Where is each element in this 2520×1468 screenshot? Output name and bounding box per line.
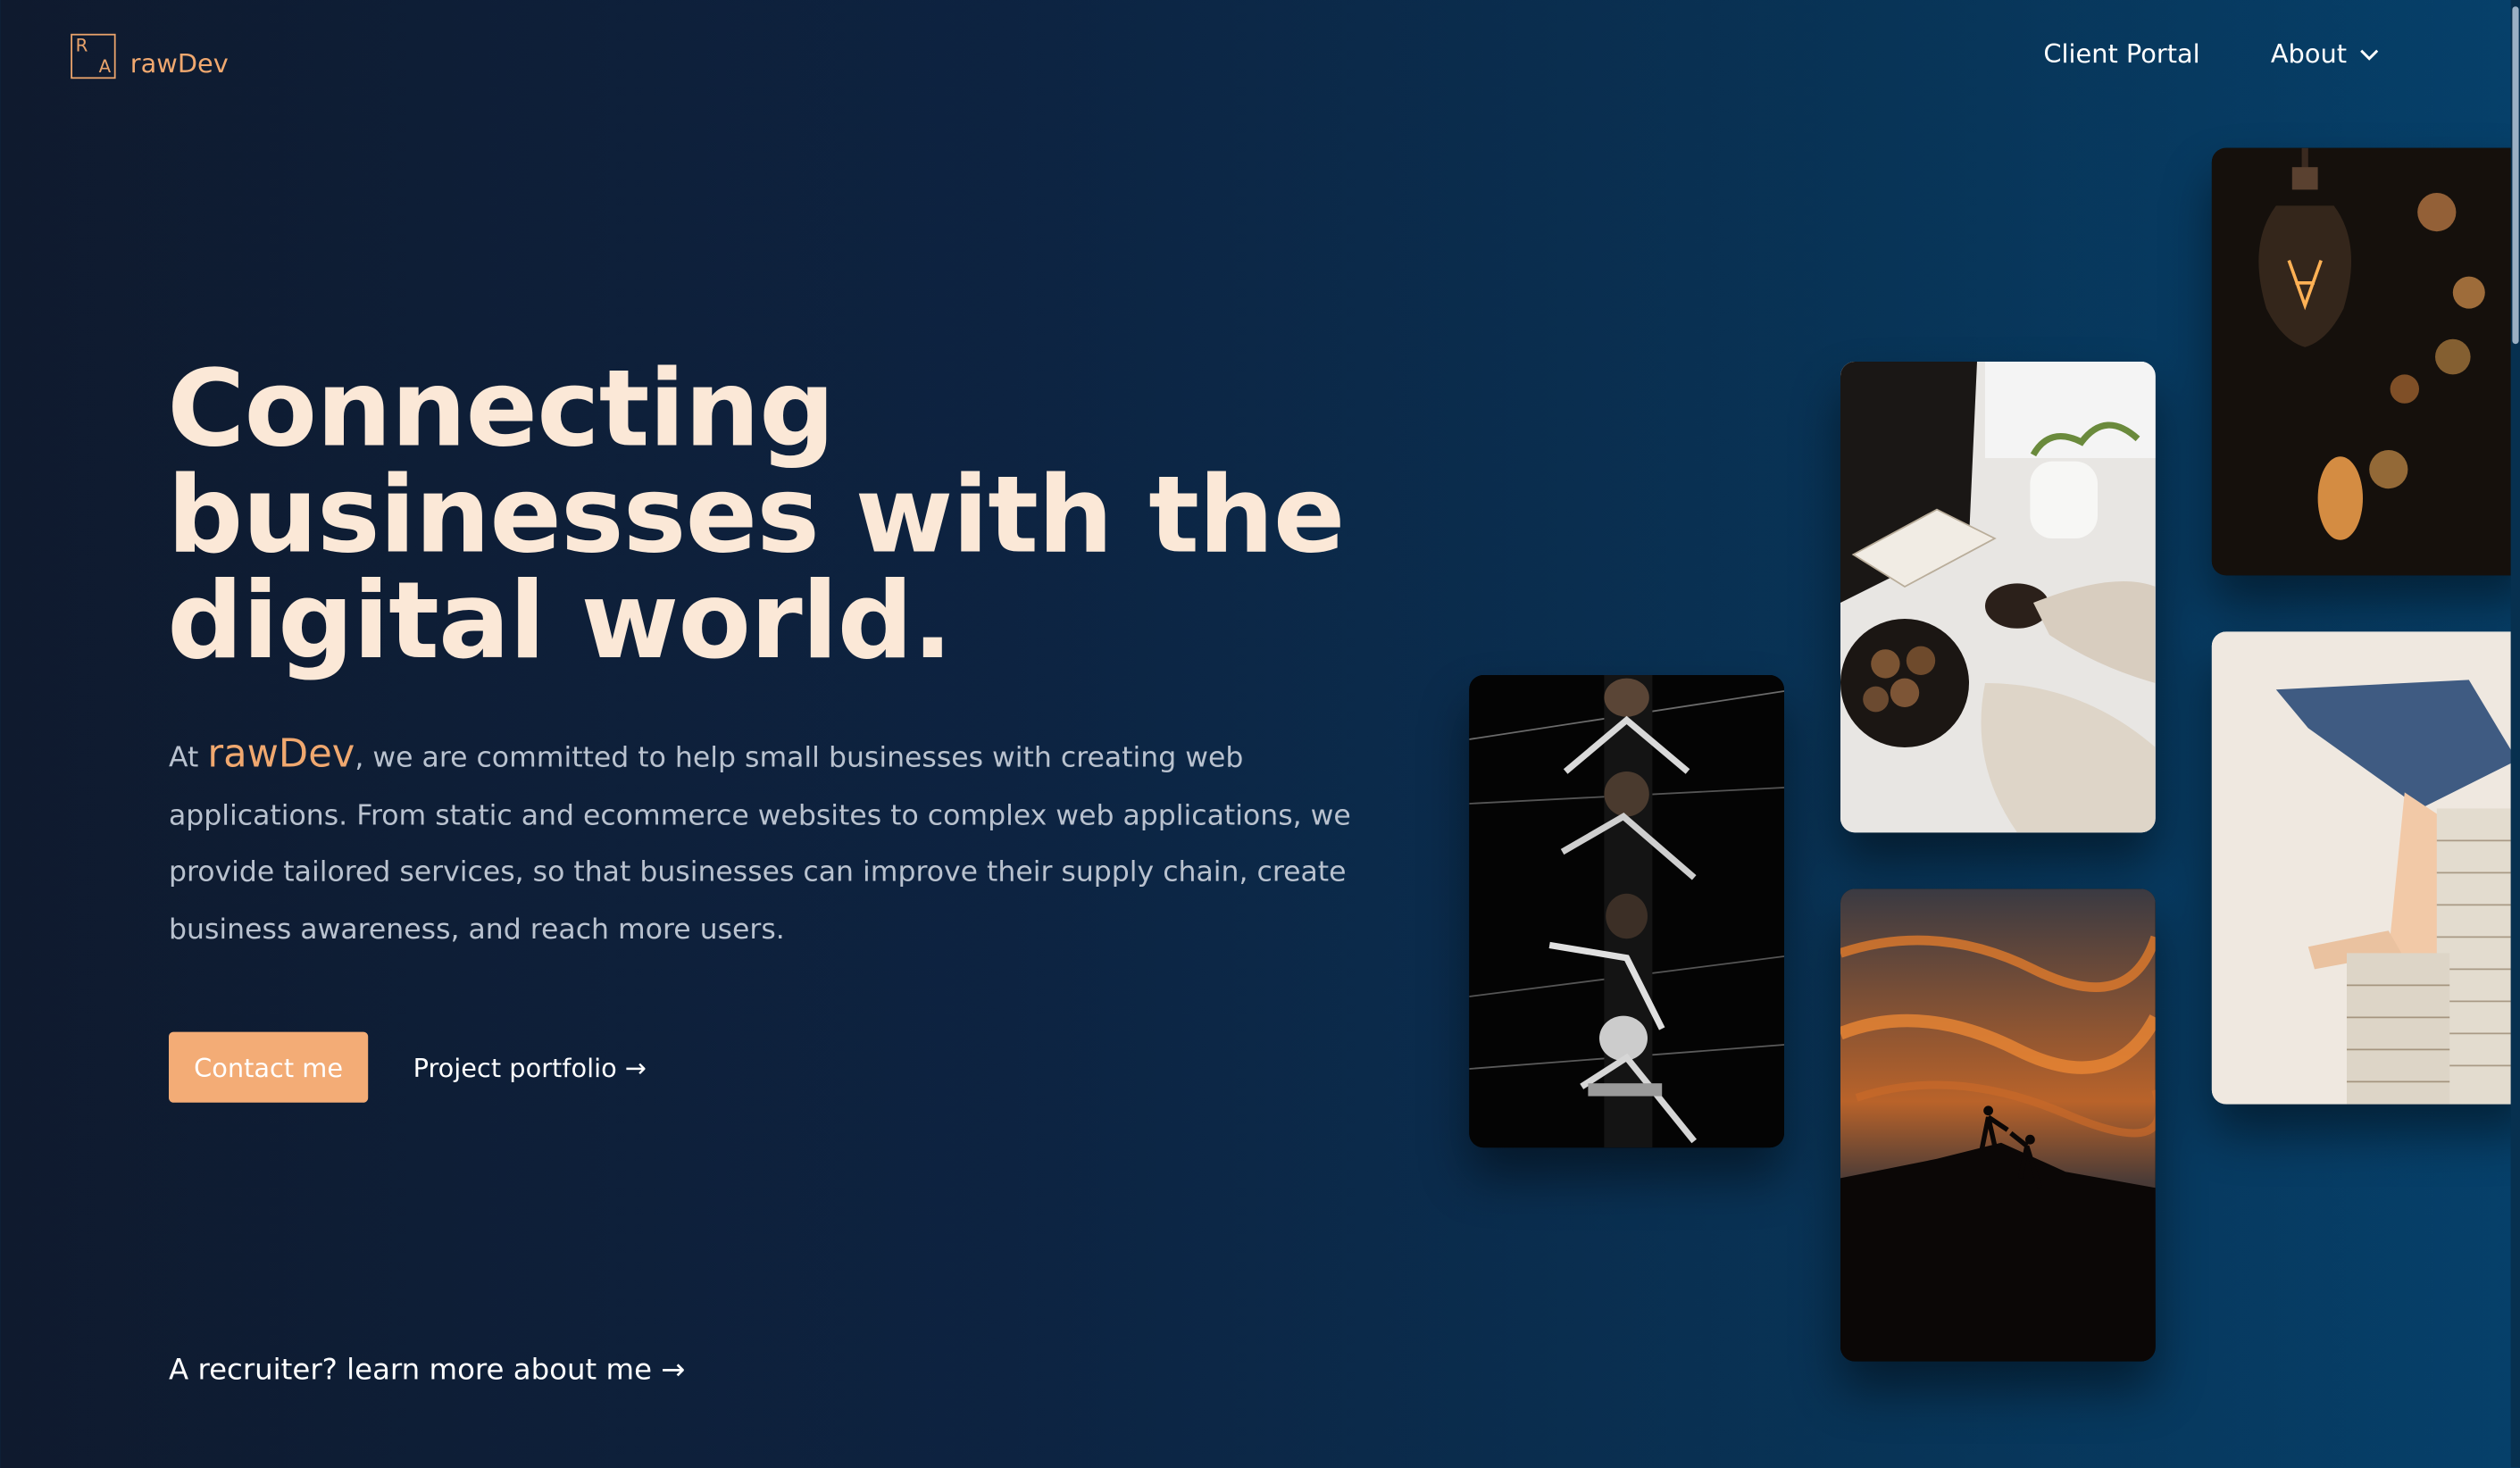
nav-client-portal[interactable]: Client Portal: [2043, 38, 2199, 69]
logo-mark: R A: [71, 32, 116, 79]
books-stack-photo: [2211, 631, 2520, 1105]
nav-about-label: About: [2270, 38, 2347, 70]
top-nav: Client Portal About: [2043, 38, 2379, 69]
page-scrollbar[interactable]: [2510, 0, 2520, 1468]
logo-letter-a: A: [98, 55, 112, 77]
light-bulbs-photo: [2211, 147, 2520, 576]
logo[interactable]: R A rawDev: [71, 32, 229, 79]
scrollbar-thumb[interactable]: [2512, 6, 2519, 345]
headline-line: Connecting: [167, 346, 835, 471]
lead-brand: rawDev: [207, 731, 355, 777]
hero-description: At rawDev, we are committed to help smal…: [169, 727, 1390, 960]
recruiter-link[interactable]: A recruiter? learn more about me →: [169, 1354, 685, 1388]
project-portfolio-link[interactable]: Project portfolio →: [413, 1052, 647, 1082]
page: R A rawDev Client Portal About Connectin…: [0, 0, 2520, 1468]
hero-headline: Connecting businesses with the digital w…: [167, 346, 1345, 683]
rowing-team-photo: [1469, 675, 1784, 1148]
chevron-down-icon: [2360, 48, 2379, 60]
headline-line: digital world.: [167, 559, 953, 683]
coffee-table-photo: [1840, 362, 2156, 833]
logo-letter-r: R: [75, 34, 88, 56]
lead-prefix: At: [169, 742, 208, 775]
cta-row: Contact me Project portfolio →: [169, 1031, 647, 1103]
contact-button[interactable]: Contact me: [169, 1031, 369, 1103]
headline-line: businesses with the: [167, 453, 1345, 578]
logo-text: rawDev: [129, 48, 229, 79]
sunset-climbers-photo: [1840, 888, 2156, 1362]
nav-about-dropdown[interactable]: About: [2271, 38, 2379, 69]
